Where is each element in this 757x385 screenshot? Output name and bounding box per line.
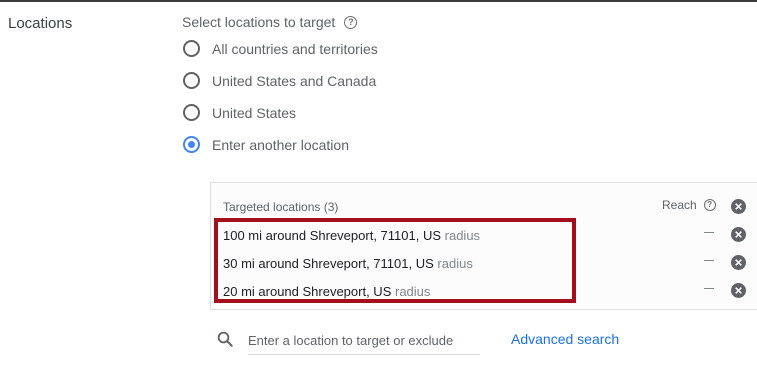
radio-another-location[interactable]: Enter another location xyxy=(183,136,349,153)
search-icon[interactable] xyxy=(216,330,234,348)
top-divider xyxy=(0,0,757,2)
close-icon xyxy=(735,203,742,210)
close-icon xyxy=(735,287,742,294)
help-icon[interactable]: ? xyxy=(344,15,358,29)
radio-label: United States and Canada xyxy=(212,72,377,89)
advanced-search-link[interactable]: Advanced search xyxy=(511,331,619,347)
targeted-locations-title: Targeted locations (3) xyxy=(223,200,339,214)
remove-location-button[interactable] xyxy=(731,227,746,242)
radio-us-and-canada[interactable]: United States and Canada xyxy=(183,72,376,89)
select-heading: Select locations to target ? xyxy=(182,14,358,30)
reach-value-dash xyxy=(704,260,714,261)
reach-value-dash xyxy=(704,232,714,233)
reach-header: Reach ? xyxy=(662,198,716,212)
location-type: radius xyxy=(437,256,473,271)
radio-button-icon[interactable] xyxy=(183,72,200,89)
location-row: 30 mi around Shreveport, 71101, US radiu… xyxy=(223,256,473,271)
location-row: 20 mi around Shreveport, US radius xyxy=(223,284,430,299)
location-type: radius xyxy=(395,284,431,299)
radio-label: Enter another location xyxy=(212,136,349,153)
location-name: 20 mi around Shreveport, US xyxy=(223,284,392,299)
remove-all-button[interactable] xyxy=(731,199,746,214)
radio-united-states[interactable]: United States xyxy=(183,104,296,121)
location-row: 100 mi around Shreveport, 71101, US radi… xyxy=(223,228,480,243)
reach-label: Reach xyxy=(662,198,697,212)
radio-button-icon[interactable] xyxy=(183,104,200,121)
location-search-input[interactable] xyxy=(248,326,480,355)
radio-label: All countries and territories xyxy=(212,40,378,57)
remove-location-button[interactable] xyxy=(731,283,746,298)
close-icon xyxy=(735,259,742,266)
location-name: 100 mi around Shreveport, 71101, US xyxy=(223,228,442,243)
radio-label: United States xyxy=(212,104,297,121)
radio-all-countries[interactable]: All countries and territories xyxy=(183,40,378,57)
close-icon xyxy=(735,231,742,238)
radio-button-checked-icon[interactable] xyxy=(183,136,200,153)
section-label: Locations xyxy=(8,15,73,32)
location-type: radius xyxy=(444,228,481,243)
select-heading-text: Select locations to target xyxy=(182,14,336,30)
radio-button-icon[interactable] xyxy=(183,40,200,57)
reach-help-icon[interactable]: ? xyxy=(703,199,716,211)
location-name: 30 mi around Shreveport, 71101, US xyxy=(223,256,434,271)
remove-location-button[interactable] xyxy=(731,255,746,270)
reach-value-dash xyxy=(704,288,714,289)
